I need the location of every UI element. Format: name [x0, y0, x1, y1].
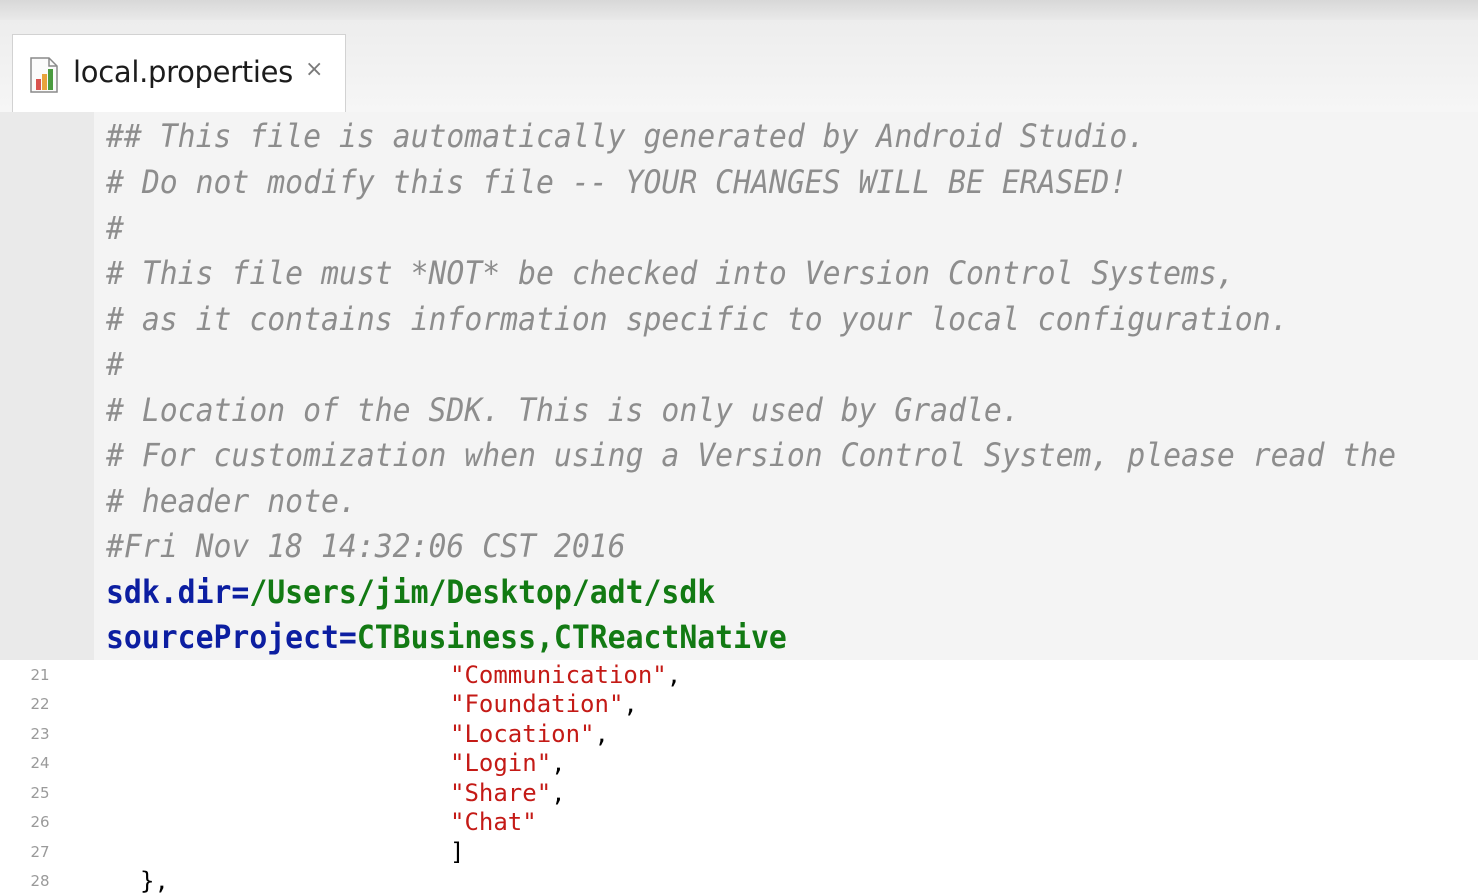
line-number: 22 [30, 695, 50, 713]
property-value: CTBusiness,CTReactNative [356, 618, 787, 656]
timestamp-comment-line: #Fri Nov 18 14:32:06 CST 2016 [106, 527, 626, 565]
comment-line: # This file must *NOT* be checked into V… [106, 254, 1235, 292]
property-key: sdk.dir [106, 573, 232, 611]
closing-bracket: ] [450, 838, 465, 866]
comment-line: # as it contains information specific to… [106, 300, 1289, 338]
line-number: 24 [30, 754, 50, 772]
string-literal: "Location" [450, 720, 595, 748]
close-icon[interactable]: × [305, 59, 323, 81]
comment-line: ## This file is automatically generated … [106, 117, 1146, 155]
properties-file-icon [29, 57, 59, 93]
string-literal: "Login" [450, 749, 552, 777]
line-number: 26 [30, 813, 50, 831]
code-line: }, [140, 866, 169, 896]
line-number: 23 [30, 725, 50, 743]
line-number: 28 [30, 872, 50, 890]
line-number: 21 [30, 666, 50, 684]
comment-line: # Do not modify this file -- YOUR CHANGE… [106, 163, 1128, 201]
json-editor[interactable]: 21 22 23 24 25 26 27 28 "Communication",… [0, 660, 1478, 896]
property-value: /Users/jim/Desktop/adt/sdk [249, 573, 716, 611]
code-line: ] [450, 837, 464, 867]
string-literal: "Chat" [450, 808, 537, 836]
string-literal: "Share" [450, 779, 552, 807]
property-line: sdk.dir=/Users/jim/Desktop/adt/sdk [106, 573, 716, 611]
property-line: sourceProject=CTBusiness,CTReactNative [106, 618, 787, 656]
comment-line: # [106, 345, 124, 383]
code-line: "Foundation", [450, 690, 638, 718]
editor-gutter [0, 112, 94, 660]
code-line: "Location", [450, 720, 609, 748]
closing-brace: }, [140, 867, 169, 895]
comment-line: # Location of the SDK. This is only used… [106, 391, 1020, 429]
code-line: "Communication", [450, 661, 682, 689]
code-line: "Chat" [450, 807, 537, 837]
tab-title: local.properties [73, 55, 293, 89]
code-line: "Share", [450, 779, 566, 807]
tab-local-properties[interactable]: local.properties × [12, 34, 346, 112]
line-number: 25 [30, 784, 50, 802]
editor-tab-bar: local.properties × [0, 20, 1478, 113]
string-literal: "Communication" [450, 661, 667, 689]
line-number: 27 [30, 843, 50, 861]
properties-editor[interactable]: ## This file is automatically generated … [0, 112, 1478, 660]
code-line: "Login", [450, 749, 566, 777]
property-key: sourceProject [106, 618, 339, 656]
comment-line: # [106, 209, 124, 247]
window-top-strip [0, 0, 1478, 20]
string-literal: "Foundation" [450, 690, 624, 718]
comment-line: # For customization when using a Version… [106, 436, 1397, 474]
line-number-gutter: 21 22 23 24 25 26 27 28 [0, 660, 86, 893]
comment-line: # header note. [106, 482, 357, 520]
